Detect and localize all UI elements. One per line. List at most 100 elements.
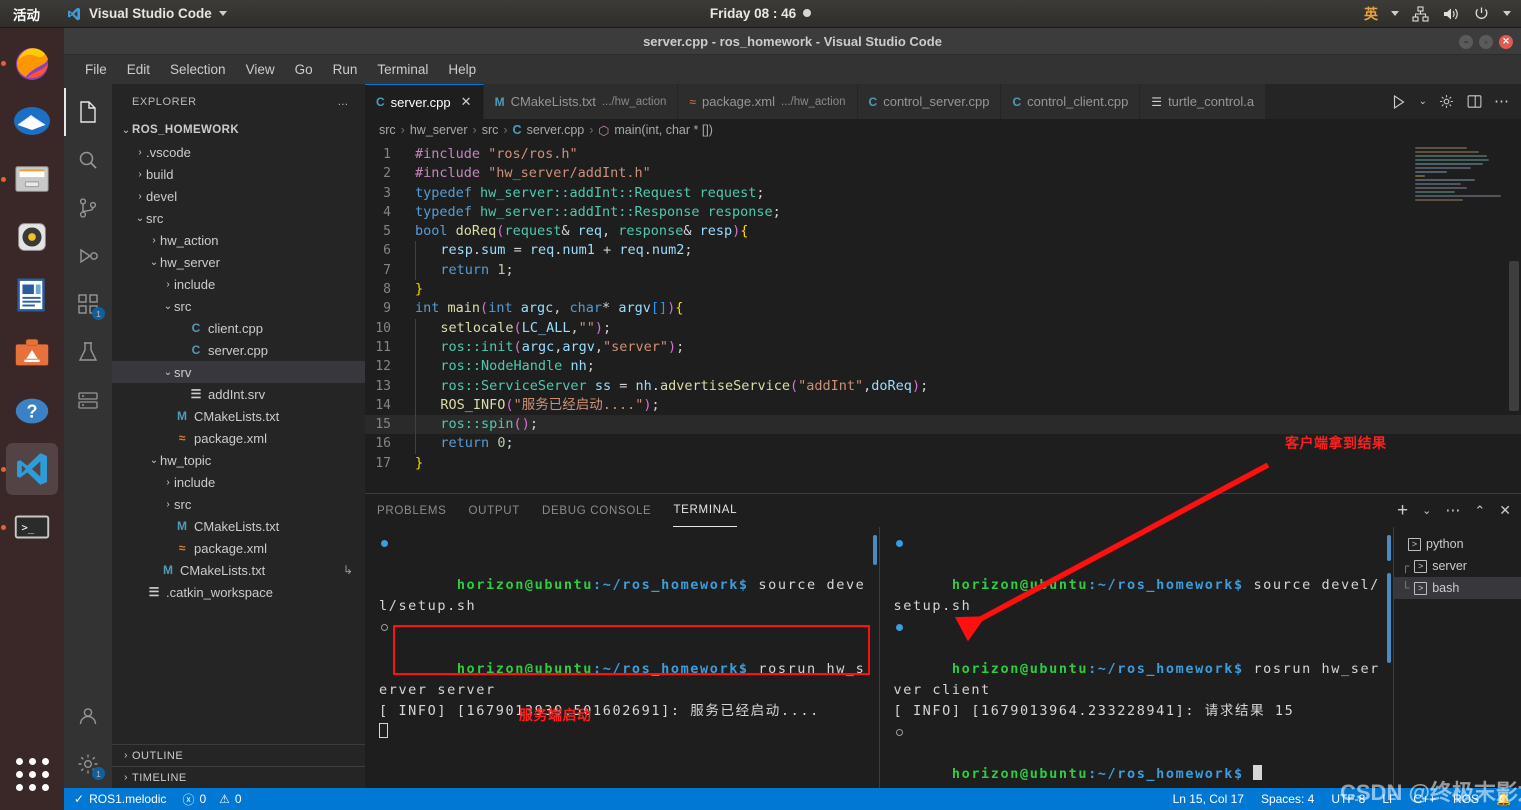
activities-button[interactable]: 活动 <box>13 4 40 24</box>
volume-icon[interactable] <box>1442 6 1460 22</box>
tree-item-package-xml[interactable]: ≈ package.xml <box>112 427 365 449</box>
code-line[interactable]: 5 bool doReq(request& req, response& res… <box>365 222 1521 241</box>
tree-item-build[interactable]: › build <box>112 163 365 185</box>
code-line[interactable]: 2 #include "hw_server/addInt.h" <box>365 164 1521 183</box>
dock-item-libreoffice-writer[interactable] <box>6 269 58 321</box>
tree-item-src[interactable]: › src <box>112 493 365 515</box>
show-applications-button[interactable] <box>6 748 58 800</box>
menu-help[interactable]: Help <box>439 59 485 80</box>
file-tree[interactable]: ⌄ ROS_HOMEWORK › .vscode › build › devel ⌄ s… <box>112 119 365 744</box>
status-problems[interactable]: ⓧ 0 ⚠ 0 <box>182 791 241 808</box>
tree-item-hw-topic[interactable]: ⌄ hw_topic <box>112 449 365 471</box>
menu-edit[interactable]: Edit <box>118 59 159 80</box>
tree-item--catkin-workspace[interactable]: ☰ .catkin_workspace <box>112 581 365 603</box>
close-tab-icon[interactable]: ✕ <box>461 94 472 110</box>
activity-remote-explorer[interactable] <box>64 376 112 424</box>
gear-icon[interactable] <box>1438 93 1455 110</box>
breadcrumb-src-2[interactable]: src <box>482 123 499 137</box>
run-dropdown-chevron-icon[interactable]: ⌄ <box>1419 96 1427 107</box>
tree-item-cmakelists-txt[interactable]: M CMakeLists.txt <box>112 515 365 537</box>
terminal-left-scrollbar[interactable] <box>872 535 877 565</box>
tab-output[interactable]: OUTPUT <box>469 494 520 527</box>
tree-item-src[interactable]: ⌄ src <box>112 207 365 229</box>
split-terminal-chevron-icon[interactable]: ⌄ <box>1422 504 1431 517</box>
terminal-right-scrollbar-top[interactable] <box>1387 535 1391 561</box>
tab-turtle-control-a[interactable]: ☰ turtle_control.a <box>1140 84 1267 119</box>
tree-item-src[interactable]: ⌄ src <box>112 295 365 317</box>
terminal-list-item-bash[interactable]: └ > bash <box>1394 577 1521 599</box>
activity-run-debug[interactable] <box>64 232 112 280</box>
status-indentation[interactable]: Spaces: 4 <box>1261 792 1314 806</box>
add-terminal-icon[interactable]: + <box>1397 501 1408 520</box>
section-timeline[interactable]: › TIMELINE <box>112 766 365 788</box>
code-line[interactable]: 1 #include "ros/ros.h" <box>365 145 1521 164</box>
menu-run[interactable]: Run <box>324 59 367 80</box>
tree-item-srv[interactable]: ⌄ srv <box>112 361 365 383</box>
tree-root-ros-homework[interactable]: ⌄ ROS_HOMEWORK <box>112 119 365 141</box>
terminal-list[interactable]: > python ┌ > server └ > bash <box>1393 527 1521 788</box>
tree-item-addint-srv[interactable]: ☰ addInt.srv <box>112 383 365 405</box>
menu-file[interactable]: File <box>76 59 116 80</box>
tree-item-package-xml[interactable]: ≈ package.xml <box>112 537 365 559</box>
tab-control-server-cpp[interactable]: Ccontrol_server.cpp <box>857 84 1002 119</box>
code-line[interactable]: 4 typedef hw_server::addInt::Response re… <box>365 203 1521 222</box>
dock-item-files[interactable] <box>1 153 58 205</box>
code-line[interactable]: 10 setlocale(LC_ALL,""); <box>365 318 1521 338</box>
clock[interactable]: Friday 08 : 46 <box>0 6 1521 21</box>
panel-more-icon[interactable]: ⋯ <box>1445 503 1460 518</box>
dock-item-terminal[interactable]: >_ <box>1 501 58 553</box>
activity-search[interactable] <box>64 136 112 184</box>
activity-testing[interactable] <box>64 328 112 376</box>
tree-item-hw-action[interactable]: › hw_action <box>112 229 365 251</box>
section-outline[interactable]: › OUTLINE <box>112 744 365 766</box>
code-line[interactable]: 3 typedef hw_server::addInt::Request req… <box>365 184 1521 203</box>
tree-item-cmakelists-txt[interactable]: M CMakeLists.txt ↳ <box>112 559 365 581</box>
explorer-more-actions[interactable]: … <box>337 96 349 108</box>
tab-server-cpp[interactable]: Cserver.cpp ✕ <box>365 84 484 119</box>
activity-manage[interactable]: 1 <box>64 740 112 788</box>
tree-item-include[interactable]: › include <box>112 273 365 295</box>
tree-item-cmakelists-txt[interactable]: M CMakeLists.txt <box>112 405 365 427</box>
split-editor-icon[interactable] <box>1466 93 1483 110</box>
code-line[interactable]: 12 ros::NodeHandle nh; <box>365 357 1521 377</box>
system-menu-chevron-icon[interactable] <box>1503 11 1511 16</box>
menu-go[interactable]: Go <box>286 59 322 80</box>
minimap[interactable] <box>1415 147 1507 207</box>
tab-package-xml[interactable]: ≈ package.xml .../hw_action <box>678 84 858 119</box>
breadcrumb-server-cpp[interactable]: server.cpp <box>527 123 585 137</box>
menu-view[interactable]: View <box>237 59 284 80</box>
maximize-button[interactable]: ▫ <box>1479 34 1493 49</box>
status-ros[interactable]: ✓ ROS1.melodic <box>74 792 166 806</box>
more-actions-icon[interactable]: ⋯ <box>1494 94 1509 109</box>
tab-cmakelists-txt[interactable]: M CMakeLists.txt .../hw_action <box>483 84 679 119</box>
tab-control-client-cpp[interactable]: Ccontrol_client.cpp <box>1001 84 1141 119</box>
tab-terminal[interactable]: TERMINAL <box>673 494 738 527</box>
app-menu-button[interactable]: Visual Studio Code <box>66 6 227 22</box>
activity-explorer[interactable] <box>64 88 112 136</box>
code-line[interactable]: 6 resp.sum = req.num1 + req.num2; <box>365 241 1521 261</box>
tree-item-hw-server[interactable]: ⌄ hw_server <box>112 251 365 273</box>
editor-scrollbar[interactable] <box>1509 261 1519 411</box>
activity-accounts[interactable] <box>64 692 112 740</box>
terminal-list-item-server[interactable]: ┌ > server <box>1394 555 1521 577</box>
tree-item-client-cpp[interactable]: Cclient.cpp <box>112 317 365 339</box>
network-icon[interactable] <box>1412 5 1429 22</box>
tab-debug-console[interactable]: DEBUG CONSOLE <box>542 494 651 527</box>
tree-item-include[interactable]: › include <box>112 471 365 493</box>
dock-item-ubuntu-software[interactable] <box>6 327 58 379</box>
minimize-button[interactable]: − <box>1459 34 1473 49</box>
code-line[interactable]: 11 ros::init(argc,argv,"server"); <box>365 337 1521 358</box>
dock-item-rhythmbox[interactable] <box>6 211 58 263</box>
activity-extensions[interactable]: 1 <box>64 280 112 328</box>
terminal-right[interactable]: horizon@ubuntu:~/ros_homework$ source de… <box>878 527 1394 788</box>
dock-item-help[interactable]: ? <box>6 385 58 437</box>
tab-problems[interactable]: PROBLEMS <box>377 494 447 527</box>
dock-item-thunderbird[interactable] <box>6 95 58 147</box>
code-line[interactable]: 13 ros::ServiceServer ss = nh.advertiseS… <box>365 376 1521 396</box>
code-line[interactable]: 7 return 1; <box>365 260 1521 281</box>
code-line[interactable]: 8 } <box>365 280 1521 299</box>
code-line[interactable]: 14 ROS_INFO("服务已经启动...."); <box>365 395 1521 416</box>
tree-item-server-cpp[interactable]: Cserver.cpp <box>112 339 365 361</box>
menu-terminal[interactable]: Terminal <box>368 59 437 80</box>
tree-item-devel[interactable]: › devel <box>112 185 365 207</box>
